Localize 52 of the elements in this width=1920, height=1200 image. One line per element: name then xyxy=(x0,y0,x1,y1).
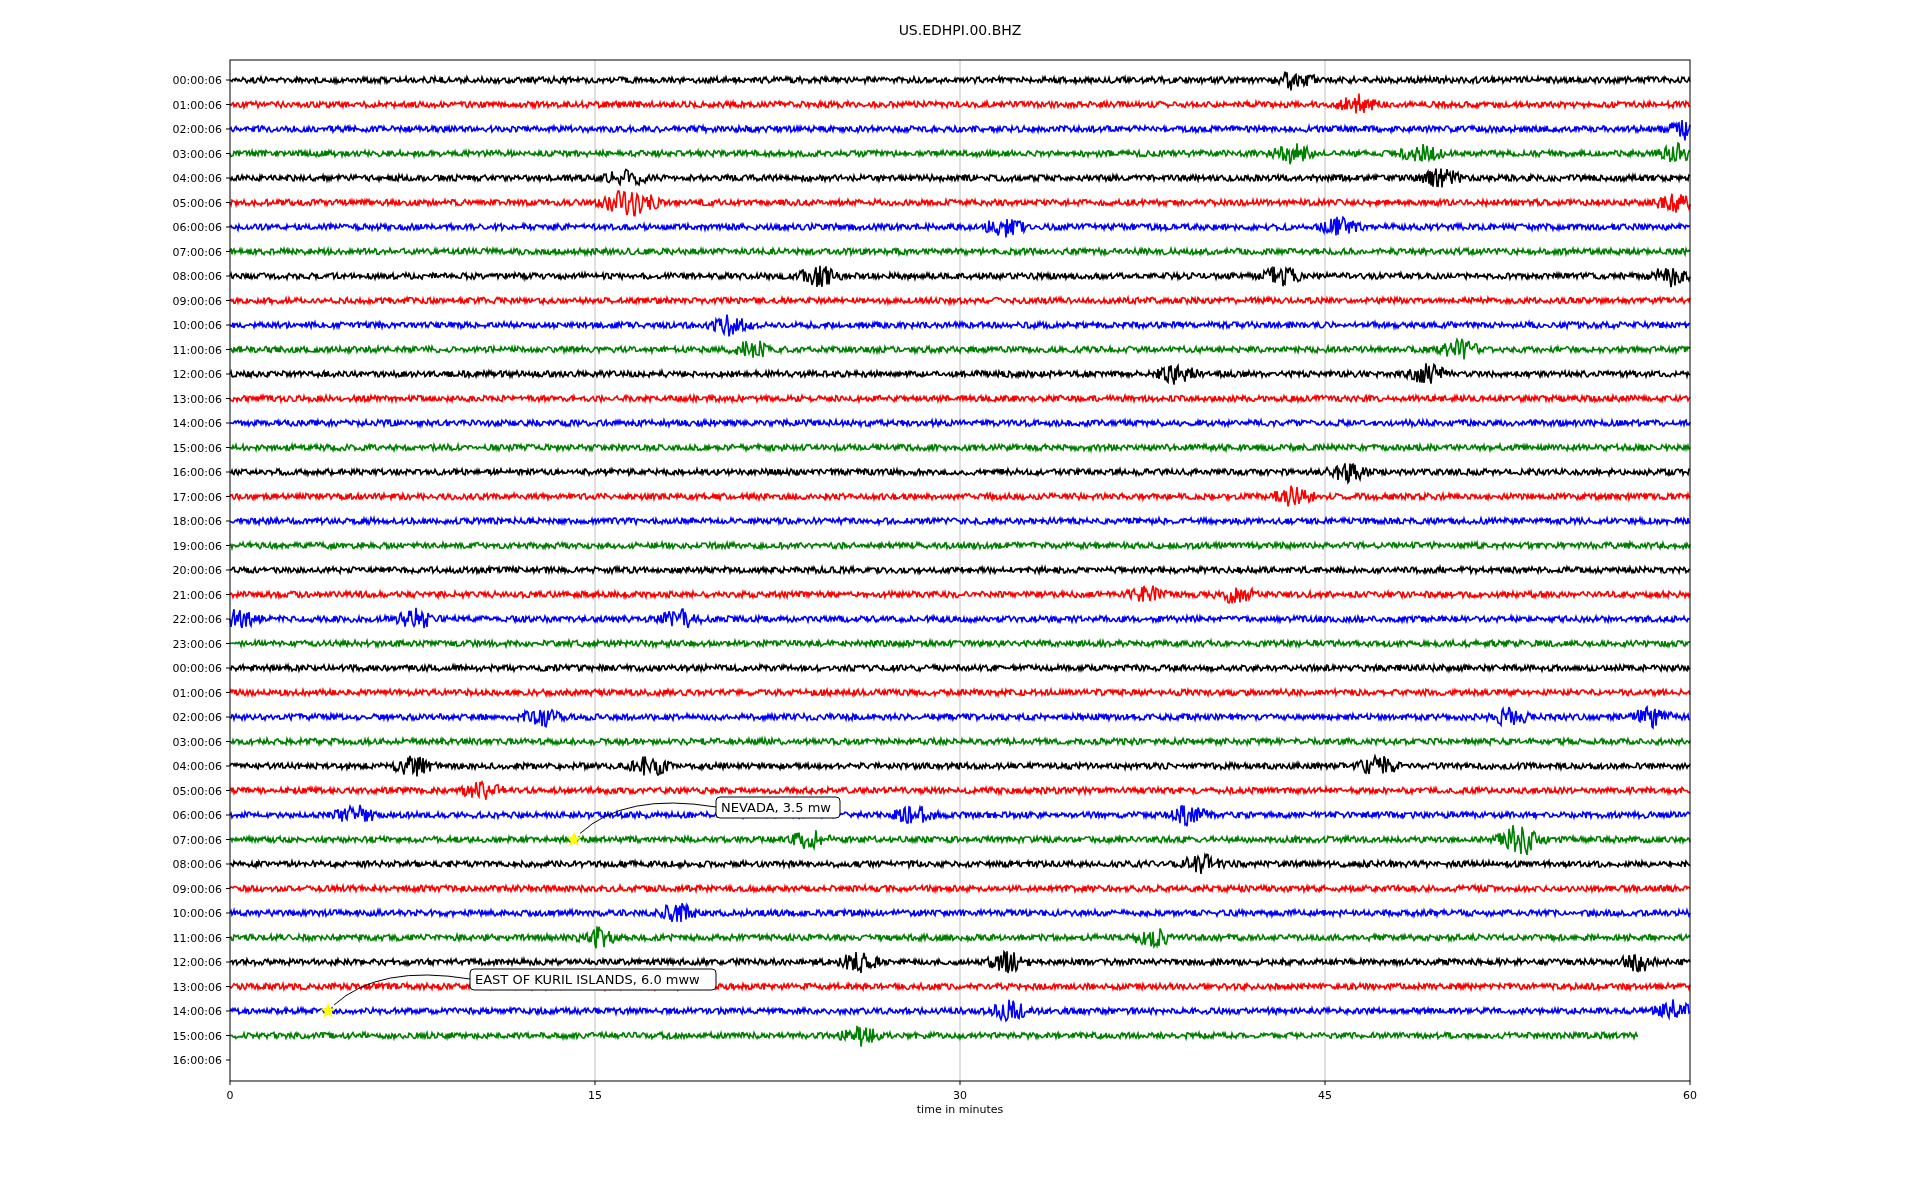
time-label: 07:00:06 xyxy=(172,833,222,847)
time-label: 03:00:06 xyxy=(172,147,222,161)
time-label: 00:00:06 xyxy=(172,662,222,675)
time-label: 06:00:06 xyxy=(172,221,222,234)
time-label: 02:00:06 xyxy=(172,123,222,136)
x-tick-label: 45 xyxy=(1318,1089,1332,1102)
time-label: 09:00:06 xyxy=(172,882,222,896)
time-label: 15:00:06 xyxy=(172,441,222,455)
time-label: 02:00:06 xyxy=(172,711,222,724)
time-label: 13:00:06 xyxy=(172,392,222,406)
time-label: 01:00:06 xyxy=(172,686,222,700)
event-annotation: EAST OF KURIL ISLANDS, 6.0 mww xyxy=(469,968,717,991)
plot-title: US.EDHPI.00.BHZ xyxy=(898,22,1022,38)
x-tick-label: 30 xyxy=(953,1089,967,1102)
event-annotation: NEVADA, 3.5 mw xyxy=(715,796,841,819)
time-label: 19:00:06 xyxy=(172,539,222,553)
time-label: 17:00:06 xyxy=(172,490,222,504)
time-label: 21:00:06 xyxy=(172,588,222,602)
time-label: 18:00:06 xyxy=(172,515,222,528)
time-label: 11:00:06 xyxy=(172,343,222,357)
time-label: 10:00:06 xyxy=(172,907,222,920)
time-label: 07:00:06 xyxy=(172,245,222,259)
x-tick-label: 0 xyxy=(226,1089,234,1102)
time-label: 16:00:06 xyxy=(172,466,222,479)
star-icon xyxy=(566,831,582,846)
time-label: 08:00:06 xyxy=(172,270,222,283)
x-axis-label: time in minutes xyxy=(916,1103,1004,1116)
time-label: 03:00:06 xyxy=(172,735,222,749)
time-label: 23:00:06 xyxy=(172,637,222,651)
time-label: 12:00:06 xyxy=(172,956,222,969)
time-label: 08:00:06 xyxy=(172,858,222,871)
time-label: 04:00:06 xyxy=(172,172,222,185)
star-icon xyxy=(320,1003,336,1018)
time-label: 10:00:06 xyxy=(172,319,222,332)
time-label: 09:00:06 xyxy=(172,294,222,308)
time-label: 00:00:06 xyxy=(172,74,222,87)
time-label: 05:00:06 xyxy=(172,784,222,798)
time-label: 12:00:06 xyxy=(172,368,222,381)
time-label: 16:00:06 xyxy=(172,1054,222,1067)
time-label: 22:00:06 xyxy=(172,613,222,626)
time-label: 14:00:06 xyxy=(172,417,222,430)
time-label: 01:00:06 xyxy=(172,98,222,112)
time-label: 04:00:06 xyxy=(172,760,222,773)
x-tick-label: 15 xyxy=(588,1089,602,1102)
time-label: 14:00:06 xyxy=(172,1005,222,1018)
time-label: 05:00:06 xyxy=(172,196,222,210)
time-label: 06:00:06 xyxy=(172,809,222,822)
time-label: 15:00:06 xyxy=(172,1029,222,1043)
time-label: 11:00:06 xyxy=(172,931,222,945)
x-tick-label: 60 xyxy=(1683,1089,1697,1102)
time-label: 13:00:06 xyxy=(172,980,222,994)
time-label: 20:00:06 xyxy=(172,564,222,577)
